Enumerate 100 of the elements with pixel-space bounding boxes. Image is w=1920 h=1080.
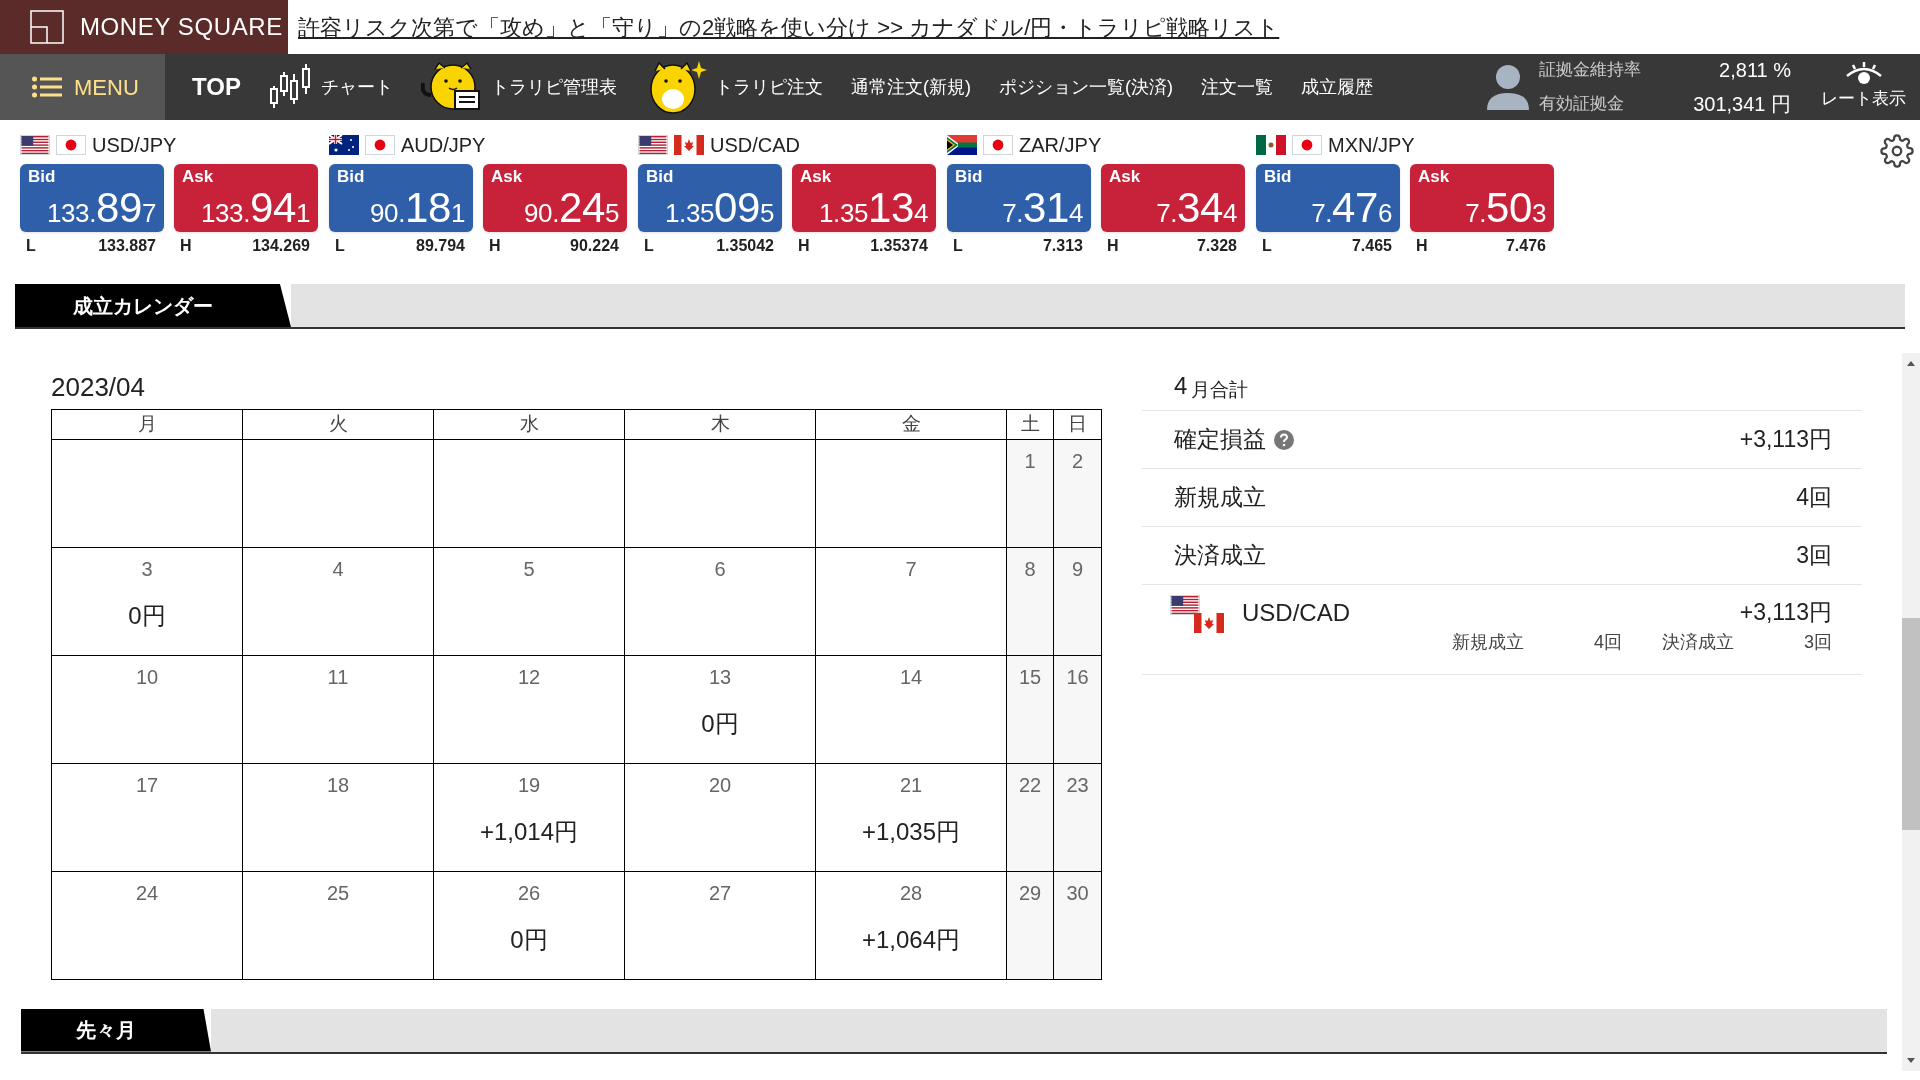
calendar-day: 12 xyxy=(434,661,624,692)
range-label: L xyxy=(1262,236,1272,256)
bid-price-tile[interactable]: Bid 90.181 xyxy=(329,164,473,232)
daily-profit: 0円 xyxy=(127,600,167,631)
calendar-day: 21 xyxy=(816,769,1006,800)
nav-link[interactable]: チャート xyxy=(320,73,393,101)
price-value: 1.35095 xyxy=(665,188,774,233)
bid-price-tile[interactable]: Bid 7.314 xyxy=(947,164,1091,232)
calendar-day: 19 xyxy=(434,769,624,800)
price-label: Bid xyxy=(28,166,57,188)
summary-value: 3回 xyxy=(1796,541,1832,571)
nav-link[interactable]: ポジション一覧(決済) xyxy=(998,73,1173,101)
calendar-day: 17 xyxy=(52,769,242,800)
range-value: 7.465 xyxy=(1351,236,1392,256)
menu-icon xyxy=(32,76,62,98)
summary-label: 新規成立 xyxy=(1174,483,1266,513)
rate-display-toggle[interactable]: レート表示 xyxy=(1821,62,1906,112)
currency-pair: MXN/JPY xyxy=(1328,133,1415,158)
tiger-mascot-icon xyxy=(420,61,483,113)
jp-flag-icon xyxy=(365,135,395,155)
calendar-day: 16 xyxy=(1054,661,1101,692)
account-label: 有効証拠金 xyxy=(1539,93,1625,116)
scrollbar[interactable] xyxy=(1902,353,1920,1071)
jp-flag-icon xyxy=(1292,135,1322,155)
bid-price-tile[interactable]: Bid 133.897 xyxy=(20,164,164,232)
calendar-day: 4 xyxy=(243,553,433,584)
range-label: L xyxy=(953,236,963,256)
logo[interactable]: MONEY SQUARE xyxy=(0,0,288,54)
calendar-month: 2023/04 xyxy=(51,371,146,404)
calendar-day: 3 xyxy=(52,553,242,584)
help-icon[interactable] xyxy=(1274,429,1294,450)
calendar-day: 29 xyxy=(1007,877,1053,908)
calendar-day: 14 xyxy=(816,661,1006,692)
nav-link[interactable]: 注文一覧 xyxy=(1200,73,1273,101)
stat-label: 新規成立 xyxy=(1451,631,1524,654)
nav-link[interactable]: TOP xyxy=(192,69,241,105)
price-value: 7.476 xyxy=(1311,188,1392,233)
au-flag-icon xyxy=(329,135,359,155)
account-value: 301,341 円 xyxy=(1692,92,1791,117)
currency-pair: USD/JPY xyxy=(92,133,177,158)
mx-flag-icon xyxy=(1256,135,1286,155)
price-label: Ask xyxy=(1418,166,1451,188)
banner-link[interactable]: 許容リスク次第で「攻め」と「守り」の2戦略を使い分け >> カナダドル/円・トラリピ戦略リスト xyxy=(298,10,1280,44)
calendar-day: 5 xyxy=(434,553,624,584)
scrollbar-thumb[interactable] xyxy=(1902,618,1920,830)
ask-price-tile[interactable]: Ask 133.941 xyxy=(174,164,318,232)
ca-flag-icon xyxy=(1194,613,1224,633)
calendar-day: 7 xyxy=(816,553,1006,584)
range-label: H xyxy=(180,236,192,256)
currency-pair: ZAR/JPY xyxy=(1019,133,1102,158)
ask-price-tile[interactable]: Ask 1.35134 xyxy=(792,164,936,232)
price-value: 133.897 xyxy=(47,188,156,233)
daily-profit: +1,035円 xyxy=(860,816,962,847)
bid-price-tile[interactable]: Bid 7.476 xyxy=(1256,164,1400,232)
range-label: L xyxy=(26,236,36,256)
summary-value: 4回 xyxy=(1796,483,1832,513)
summary-value: +3,113円 xyxy=(1739,425,1832,455)
nav-link[interactable]: トラリピ注文 xyxy=(714,73,823,101)
price-value: 90.181 xyxy=(370,188,465,233)
weekday-header: 日 xyxy=(1053,409,1102,439)
price-label: Bid xyxy=(1264,166,1293,188)
price-value: 1.35134 xyxy=(819,188,928,233)
nav-link[interactable]: 通常注文(新規) xyxy=(850,73,971,101)
calendar-day: 22 xyxy=(1007,769,1053,800)
nav-link[interactable]: トラリピ管理表 xyxy=(490,73,617,101)
settings-icon[interactable] xyxy=(1880,134,1914,168)
calendar-day: 28 xyxy=(816,877,1006,908)
calendar-day: 13 xyxy=(625,661,815,692)
stat-value: 3回 xyxy=(1804,631,1832,654)
calendar-day: 20 xyxy=(625,769,815,800)
weekday-header: 木 xyxy=(624,409,816,439)
menu-button[interactable]: MENU xyxy=(0,54,165,120)
range-value: 90.224 xyxy=(570,236,619,256)
calendar-day: 11 xyxy=(243,661,433,692)
calendar-day: 18 xyxy=(243,769,433,800)
ca-flag-icon xyxy=(674,135,704,155)
calendar-day: 10 xyxy=(52,661,242,692)
summary-title: 月合計 xyxy=(1191,377,1249,402)
currency-pair: AUD/JPY xyxy=(401,133,486,158)
price-label: Ask xyxy=(800,166,833,188)
range-value: 133.887 xyxy=(98,236,156,256)
currency-pair: USD/CAD xyxy=(1242,598,1350,628)
nav-link[interactable]: 成立履歴 xyxy=(1300,73,1373,101)
bid-price-tile[interactable]: Bid 1.35095 xyxy=(638,164,782,232)
us-flag-icon xyxy=(638,135,668,155)
ask-price-tile[interactable]: Ask 7.344 xyxy=(1101,164,1245,232)
daily-profit: +1,064円 xyxy=(860,924,962,955)
calendar-day: 9 xyxy=(1054,553,1101,584)
ask-price-tile[interactable]: Ask 90.245 xyxy=(483,164,627,232)
weekday-header: 火 xyxy=(242,409,434,439)
range-label: L xyxy=(335,236,345,256)
price-label: Ask xyxy=(1109,166,1142,188)
range-value: 7.328 xyxy=(1196,236,1237,256)
calendar-day: 24 xyxy=(52,877,242,908)
weekday-header: 土 xyxy=(1006,409,1054,439)
currency-pair: USD/CAD xyxy=(710,133,800,158)
daily-profit: 0円 xyxy=(700,708,740,739)
price-label: Bid xyxy=(646,166,675,188)
ask-price-tile[interactable]: Ask 7.503 xyxy=(1410,164,1554,232)
weekday-header: 水 xyxy=(433,409,625,439)
